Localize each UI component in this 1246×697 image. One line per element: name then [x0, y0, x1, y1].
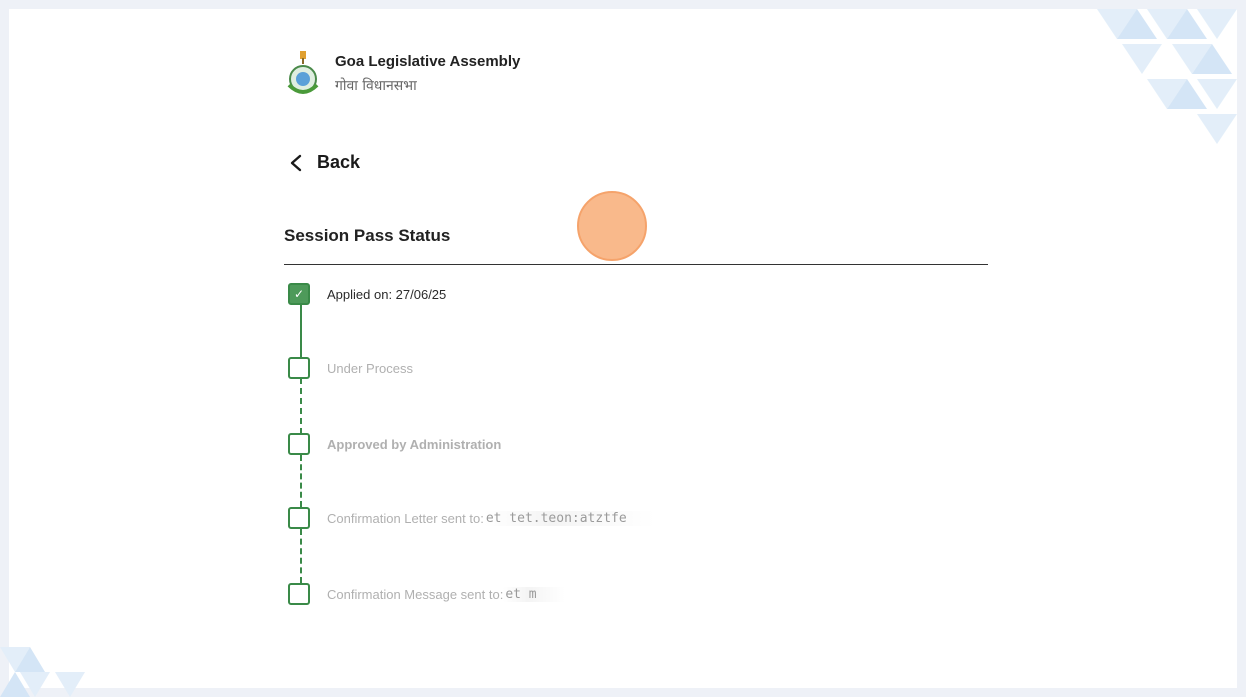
timeline-connector [300, 305, 302, 357]
checkbox-empty-icon [288, 583, 310, 605]
status-step-confirmation-letter: Confirmation Letter sent to: et tet.teon… [288, 507, 655, 529]
section-title: Session Pass Status [284, 226, 451, 245]
status-step-applied: ✓ Applied on: 27/06/25 [288, 283, 446, 305]
checkbox-empty-icon [288, 507, 310, 529]
goa-emblem-icon [287, 51, 319, 94]
decorative-pattern-icon [1097, 9, 1237, 144]
site-subtitle: गोवा विधानसभा [335, 78, 417, 94]
status-step-confirmation-message: Confirmation Message sent to: et m [288, 583, 565, 605]
checkbox-empty-icon [288, 433, 310, 455]
timeline-connector [300, 378, 302, 434]
status-step-under-process: Under Process [288, 357, 413, 379]
site-title: Goa Legislative Assembly [335, 53, 521, 70]
check-icon: ✓ [288, 283, 310, 305]
divider [284, 264, 988, 265]
decorative-pattern-icon [0, 647, 85, 697]
masked-phone: et m [503, 586, 565, 602]
step-label: Approved by Administration [327, 436, 502, 452]
back-button[interactable]: Back [289, 152, 360, 173]
touch-indicator [577, 191, 647, 261]
step-label: Applied on: 27/06/25 [327, 286, 447, 302]
checkbox-empty-icon [288, 357, 310, 379]
masked-email: et tet.teon:atztfe [483, 510, 655, 526]
step-label: Under Process [327, 360, 413, 376]
step-label: Confirmation Message sent to: [327, 586, 504, 602]
back-label: Back [317, 152, 361, 172]
timeline-connector [300, 529, 302, 583]
status-step-approved: Approved by Administration [288, 433, 501, 455]
timeline-connector [300, 455, 302, 507]
chevron-left-icon [290, 154, 302, 171]
site-header: Goa Legislative Assembly गोवा विधानसभा [285, 49, 520, 99]
page-card: Goa Legislative Assembly गोवा विधानसभा B… [9, 9, 1237, 688]
step-label: Confirmation Letter sent to: [327, 510, 484, 526]
